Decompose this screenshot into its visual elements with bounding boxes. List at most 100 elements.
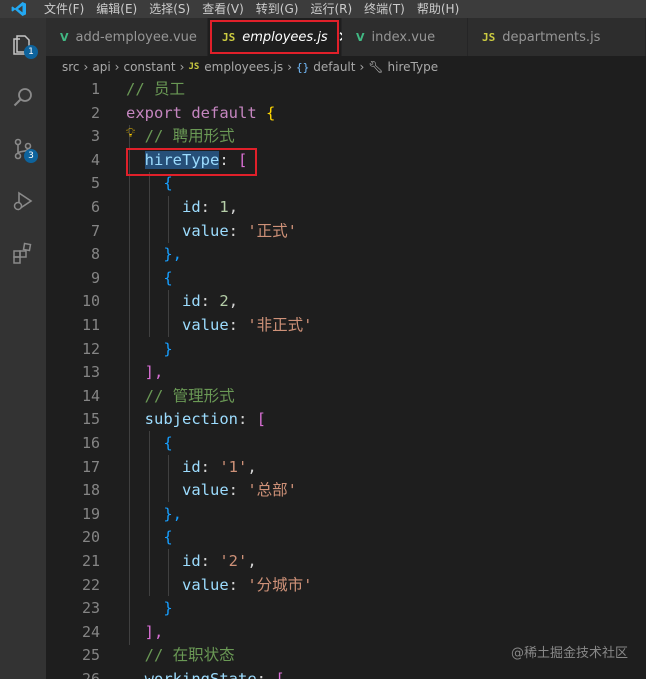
menu-view[interactable]: 查看(V) <box>196 0 250 18</box>
comment: // 员工 <box>126 80 185 98</box>
breadcrumb-hiretype[interactable]: hireType <box>388 60 439 74</box>
tab-employees[interactable]: JS employees.js ✕ <box>208 18 350 56</box>
brace: } <box>163 339 173 358</box>
breadcrumb-src[interactable]: src <box>62 60 80 74</box>
object-symbol-icon: {} <box>296 60 310 74</box>
code-line: 5 { <box>46 172 646 196</box>
code-editor[interactable]: 1 // 员工 2 export default { 3 💡︎ // 聘用形式 … <box>46 78 646 679</box>
tab-label: add-employee.vue <box>75 29 197 45</box>
brace: { <box>163 268 173 287</box>
code-line: 6 id: 1, <box>46 196 646 220</box>
extensions-icon <box>13 242 32 264</box>
line-number: 11 <box>81 316 100 334</box>
line-number: 8 <box>90 245 100 264</box>
property: id <box>182 552 201 570</box>
string: '正式' <box>247 221 298 240</box>
line-number: 19 <box>81 504 100 523</box>
line-number: 12 <box>81 339 100 358</box>
punctuation: : <box>238 410 257 429</box>
line-number: 20 <box>81 528 100 547</box>
js-file-icon: JS <box>188 62 200 72</box>
punctuation: , <box>247 457 257 476</box>
code-line: 2 export default { <box>46 102 646 126</box>
code-line: 15 subjection: [ <box>46 408 646 432</box>
code-line: 9 { <box>46 267 646 291</box>
breadcrumb-file[interactable]: employees.js <box>204 60 283 74</box>
extensions-button[interactable] <box>0 230 46 276</box>
bracket: [ <box>256 410 267 429</box>
line-number: 17 <box>81 457 100 476</box>
breadcrumb: src › api › constant › JS employees.js ›… <box>46 56 646 78</box>
bracket: [ <box>238 150 248 169</box>
run-debug-button[interactable] <box>0 178 46 224</box>
bracket: [ <box>275 670 285 679</box>
comment: // 管理形式 <box>144 386 235 405</box>
line-number: 25 <box>81 646 100 665</box>
chevron-right-icon: › <box>114 60 120 74</box>
line-content: // 在职状态 <box>126 644 235 668</box>
code-line: 24 ], <box>46 621 646 645</box>
menu-selection[interactable]: 选择(S) <box>143 0 196 18</box>
tab-label: departments.js <box>502 29 601 45</box>
menu-edit[interactable]: 编辑(E) <box>90 0 143 18</box>
number: 2 <box>219 292 229 311</box>
keyword: export <box>126 103 182 122</box>
vue-file-icon: V <box>356 30 365 44</box>
bracket: ], <box>144 363 164 382</box>
code-line: 4 hireType: [ <box>46 149 646 173</box>
menu-help[interactable]: 帮助(H) <box>411 0 465 18</box>
explorer-button[interactable]: 1 <box>0 22 46 68</box>
punctuation: : <box>228 575 248 594</box>
tab-label: index.vue <box>371 29 436 45</box>
line-number: 14 <box>81 386 100 405</box>
search-icon <box>13 88 32 107</box>
chevron-right-icon: › <box>287 60 292 74</box>
line-number: 2 <box>90 103 100 122</box>
line-content: value: '正式' <box>126 220 297 244</box>
line-number: 15 <box>81 410 100 429</box>
code-line: 23 } <box>46 597 646 621</box>
line-number: 4 <box>90 150 100 169</box>
property: value <box>182 481 229 500</box>
line-content: subjection: [ <box>126 408 266 432</box>
string: '总部' <box>247 481 298 500</box>
code-line: 12 } <box>46 338 646 362</box>
search-button[interactable] <box>0 74 46 120</box>
line-content: hireType: [ <box>126 149 247 173</box>
line-content: ], <box>126 361 164 385</box>
breadcrumb-constant[interactable]: constant <box>123 60 175 74</box>
menu-file[interactable]: 文件(F) <box>38 0 90 18</box>
tab-add-employee[interactable]: V add-employee.vue <box>46 18 208 56</box>
source-control-button[interactable]: 3 <box>0 126 46 172</box>
tab-index-vue[interactable]: V index.vue <box>342 18 468 56</box>
punctuation: : <box>228 221 248 240</box>
menu-bar: 文件(F) 编辑(E) 选择(S) 查看(V) 转到(G) 运行(R) 终端(T… <box>0 0 646 18</box>
property: value <box>182 316 229 334</box>
punctuation: : <box>228 481 248 500</box>
tab-departments[interactable]: JS departments.js <box>468 18 646 56</box>
menu-terminal[interactable]: 终端(T) <box>358 0 411 18</box>
code-line: 11 value: '非正式' <box>46 314 646 338</box>
property: id <box>182 292 201 311</box>
line-number: 9 <box>90 268 100 287</box>
number: 1 <box>219 198 229 216</box>
brace: { <box>266 103 276 122</box>
line-content: id: 2, <box>126 290 238 314</box>
chevron-right-icon: › <box>359 60 365 74</box>
punctuation: : <box>200 198 220 216</box>
code-line: 1 // 员工 <box>46 78 646 102</box>
brace: { <box>163 434 173 452</box>
punctuation: : <box>256 670 276 679</box>
line-content: // 员工 <box>126 78 185 102</box>
breadcrumb-api[interactable]: api <box>92 60 110 74</box>
punctuation: : <box>200 292 220 311</box>
brace: { <box>163 528 173 547</box>
punctuation: : <box>200 552 220 570</box>
brace: }, <box>163 245 182 264</box>
menu-run[interactable]: 运行(R) <box>304 0 358 18</box>
line-number: 18 <box>81 481 100 500</box>
line-number: 6 <box>90 198 100 216</box>
menu-go[interactable]: 转到(G) <box>250 0 305 18</box>
line-content: ], <box>126 621 164 645</box>
breadcrumb-default[interactable]: default <box>313 60 355 74</box>
